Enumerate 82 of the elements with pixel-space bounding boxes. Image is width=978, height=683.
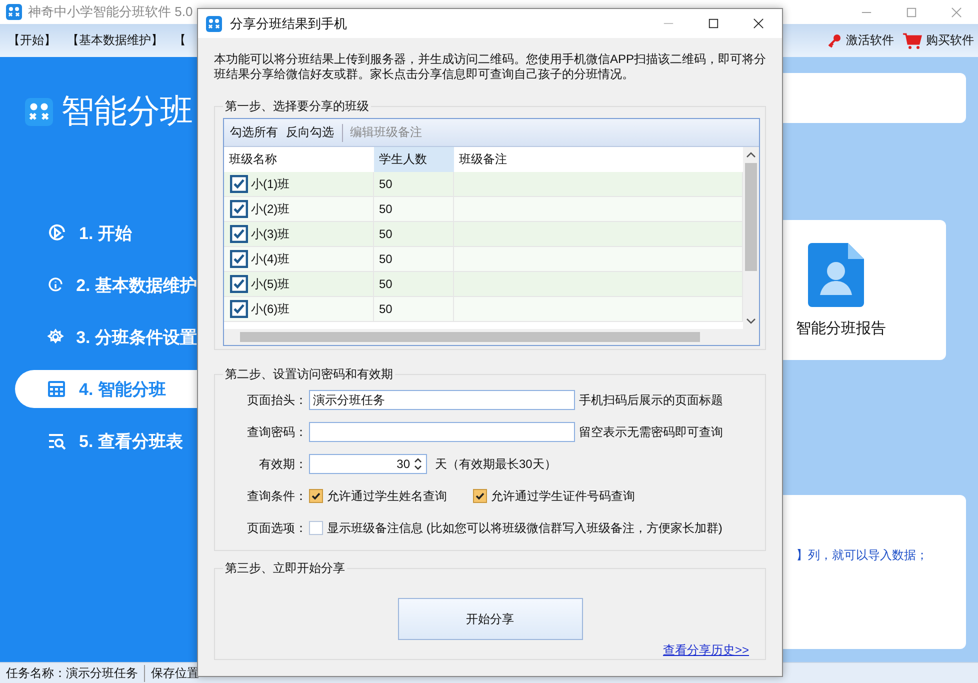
- field-label: 查询密码：: [246, 424, 307, 440]
- field-label: 查询条件：: [246, 488, 307, 504]
- app-logo-text: 智能分班: [61, 91, 193, 131]
- row-checkbox[interactable]: [230, 275, 248, 293]
- table-cell: 50: [379, 227, 392, 241]
- cart-icon: [902, 32, 922, 50]
- close-icon[interactable]: [753, 18, 764, 29]
- start-share-button[interactable]: 开始分享: [398, 598, 582, 640]
- checkbox[interactable]: 允许通过学生姓名查询: [309, 488, 447, 504]
- field-label: 页面抬头：: [246, 392, 307, 408]
- table-row[interactable]: 小(6)班 50: [224, 297, 743, 322]
- table-row[interactable]: 小(1)班 50: [224, 172, 743, 197]
- play-icon: [47, 223, 67, 243]
- column-header[interactable]: 班级名称: [224, 147, 374, 172]
- activate-link[interactable]: 激活软件: [846, 32, 894, 49]
- field-hint: 留空表示无需密码即可查询: [579, 424, 723, 440]
- group-title: 第三步、立即开始分享: [223, 560, 347, 576]
- table-cell: 小(4)班: [251, 250, 290, 268]
- table-cell: 小(5)班: [251, 276, 290, 292]
- table-cell: 小(6)班: [251, 300, 290, 318]
- key-icon: [826, 32, 842, 48]
- table-cell: 小(2)班: [251, 200, 290, 218]
- check-icon: [310, 490, 322, 502]
- buy-link[interactable]: 购买软件: [926, 32, 974, 49]
- table-cell: 小(1)班: [251, 176, 290, 192]
- sidebar-item[interactable]: 1. 开始: [15, 214, 197, 252]
- dialog-title: 分享分班结果到手机: [230, 14, 347, 32]
- table-cell: 50: [379, 202, 392, 216]
- table-cell: 50: [379, 302, 392, 316]
- field-label: 有效期：: [258, 456, 307, 472]
- table-row[interactable]: 小(2)班 50: [224, 197, 743, 222]
- row-checkbox[interactable]: [230, 200, 248, 218]
- row-checkbox[interactable]: [230, 250, 248, 268]
- report-label: 智能分班报告: [796, 318, 886, 338]
- sidebar-item[interactable]: 2. 基本数据维护: [15, 266, 197, 304]
- validity-spinner[interactable]: 30: [309, 454, 427, 474]
- row-checkbox[interactable]: [230, 175, 248, 193]
- scroll-up-icon[interactable]: [746, 152, 756, 158]
- app-icon: [6, 4, 22, 20]
- toolbar-button[interactable]: 反向勾选: [286, 124, 334, 141]
- menu-item[interactable]: 【基本数据维护】: [67, 32, 163, 49]
- horizontal-scrollbar[interactable]: [224, 329, 759, 345]
- report-icon: [808, 242, 864, 306]
- search-list-icon: [47, 431, 67, 451]
- vertical-scrollbar[interactable]: [743, 147, 759, 329]
- row-checkbox[interactable]: [230, 225, 248, 243]
- row-checkbox[interactable]: [230, 300, 248, 318]
- import-note: 】列，就可以导入数据；: [796, 548, 928, 562]
- description-text: 本功能可以将分班结果上传到服务器，并生成访问二维码。您使用手机微信APP扫描该二维码，即可将分班结果分享给微信好友或群。家长点击分享信息即可查询自己孩子的分班情况。: [214, 52, 766, 82]
- menu-item[interactable]: 【: [174, 32, 186, 49]
- column-header[interactable]: 班级备注: [454, 147, 743, 172]
- table-row[interactable]: 小(3)班 50: [224, 222, 743, 247]
- check-icon: [474, 490, 486, 502]
- toolbar-button[interactable]: 勾选所有: [230, 124, 278, 141]
- group-title: 第二步、设置访问密码和有效期: [223, 366, 395, 382]
- maximize-icon[interactable]: [708, 18, 719, 29]
- scroll-down-icon[interactable]: [746, 318, 756, 324]
- dialog-icon: [206, 16, 222, 32]
- password-field[interactable]: [309, 422, 575, 442]
- field-hint: 天（有效期最长30天）: [435, 456, 556, 472]
- table-row[interactable]: 小(5)班 50: [224, 272, 743, 297]
- checkbox[interactable]: 允许通过学生证件号码查询: [473, 488, 635, 504]
- share-history-link[interactable]: 查看分享历史>>: [662, 642, 749, 659]
- table-cell: 50: [379, 177, 392, 191]
- table-cell: 50: [379, 277, 392, 291]
- checkbox[interactable]: 显示班级备注信息 (比如您可以将班级微信群写入班级备注，方便家长加群): [309, 520, 722, 536]
- sidebar-item[interactable]: 3. 分班条件设置: [15, 318, 197, 356]
- window-title: 神奇中小学智能分班软件 5.0: [28, 3, 193, 21]
- task-name-status: 任务名称：演示分班任务: [5, 664, 139, 682]
- logo-icon: [25, 98, 53, 126]
- table-cell: 小(3)班: [251, 226, 290, 242]
- table-cell: 50: [379, 252, 392, 266]
- group-title: 第一步、选择要分享的班级: [223, 98, 371, 114]
- sidebar-item[interactable]: 4. 智能分班: [15, 370, 197, 408]
- field-hint: 手机扫码后展示的页面标题: [579, 392, 723, 408]
- page-title-field[interactable]: 演示分班任务: [309, 390, 575, 410]
- column-header[interactable]: 学生人数: [374, 147, 454, 172]
- sidebar-item[interactable]: 5. 查看分班表: [15, 422, 197, 460]
- field-label: 页面选项：: [246, 520, 307, 536]
- table-row[interactable]: 小(4)班 50: [224, 247, 743, 272]
- menu-item[interactable]: 【开始】: [8, 32, 56, 49]
- calculator-icon: [47, 379, 67, 399]
